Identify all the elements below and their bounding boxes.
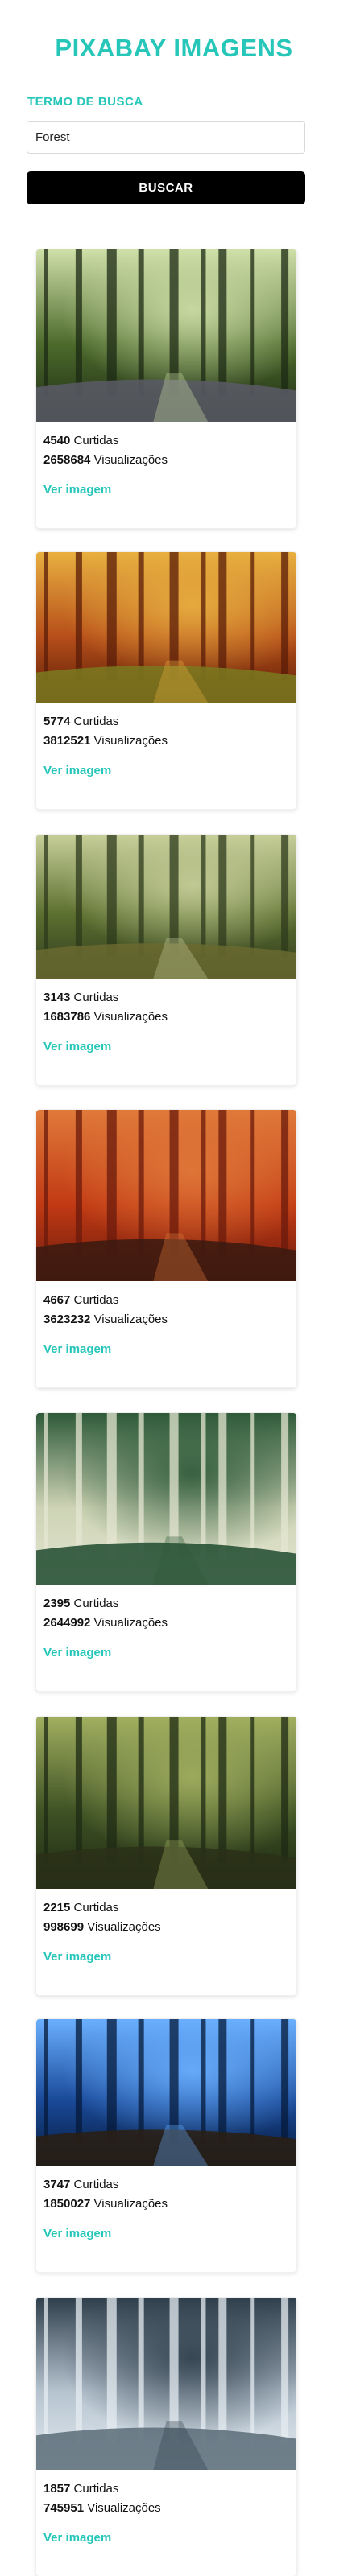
views-count: 1683786 Visualizações [44,1010,168,1024]
view-image-link[interactable]: Ver imagem [44,1342,289,1356]
result-image [36,249,296,422]
views-count: 1850027 Visualizações [44,2197,168,2211]
search-button[interactable]: BUSCAR [27,171,305,204]
views-count: 2658684 Visualizações [44,453,168,467]
view-image-link[interactable]: Ver imagem [44,1040,289,1053]
view-image-link[interactable]: Ver imagem [44,2227,289,2240]
result-card: 4540 Curtidas 2658684 Visualizações Ver … [36,249,296,528]
result-image [36,1413,296,1585]
result-card: 2215 Curtidas 998699 Visualizações Ver i… [36,1717,296,1995]
likes-count: 2215 Curtidas [44,1901,119,1914]
result-image [36,1110,296,1281]
likes-count: 4667 Curtidas [44,1293,119,1307]
likes-count: 3747 Curtidas [44,2178,119,2191]
result-image [36,1717,296,1889]
view-image-link[interactable]: Ver imagem [44,2531,289,2545]
search-label: TERMO DE BUSCA [27,95,143,109]
result-card: 4667 Curtidas 3623232 Visualizações Ver … [36,1110,296,1387]
result-card: 3143 Curtidas 1683786 Visualizações Ver … [36,835,296,1085]
result-card: 2395 Curtidas 2644992 Visualizações Ver … [36,1413,296,1691]
result-card: 3747 Curtidas 1850027 Visualizações Ver … [36,2019,296,2272]
result-image [36,552,296,703]
view-image-link[interactable]: Ver imagem [44,764,289,777]
app-title: PIXABAY IMAGENS [55,34,293,62]
likes-count: 2395 Curtidas [44,1597,119,1610]
view-image-link[interactable]: Ver imagem [44,1950,289,1964]
result-card: 5774 Curtidas 3812521 Visualizações Ver … [36,552,296,809]
view-image-link[interactable]: Ver imagem [44,1646,289,1659]
likes-count: 4540 Curtidas [44,434,119,447]
views-count: 2644992 Visualizações [44,1616,168,1630]
view-image-link[interactable]: Ver imagem [44,483,289,497]
likes-count: 3143 Curtidas [44,991,119,1004]
result-image [36,2298,296,2470]
likes-count: 1857 Curtidas [44,2482,119,2496]
search-input[interactable] [27,121,305,154]
views-count: 3623232 Visualizações [44,1313,168,1326]
result-image [36,835,296,979]
likes-count: 5774 Curtidas [44,715,119,728]
result-image [36,2019,296,2166]
views-count: 745951 Visualizações [44,2501,161,2515]
views-count: 3812521 Visualizações [44,734,168,748]
result-card: 1857 Curtidas 745951 Visualizações Ver i… [36,2298,296,2576]
views-count: 998699 Visualizações [44,1920,161,1934]
